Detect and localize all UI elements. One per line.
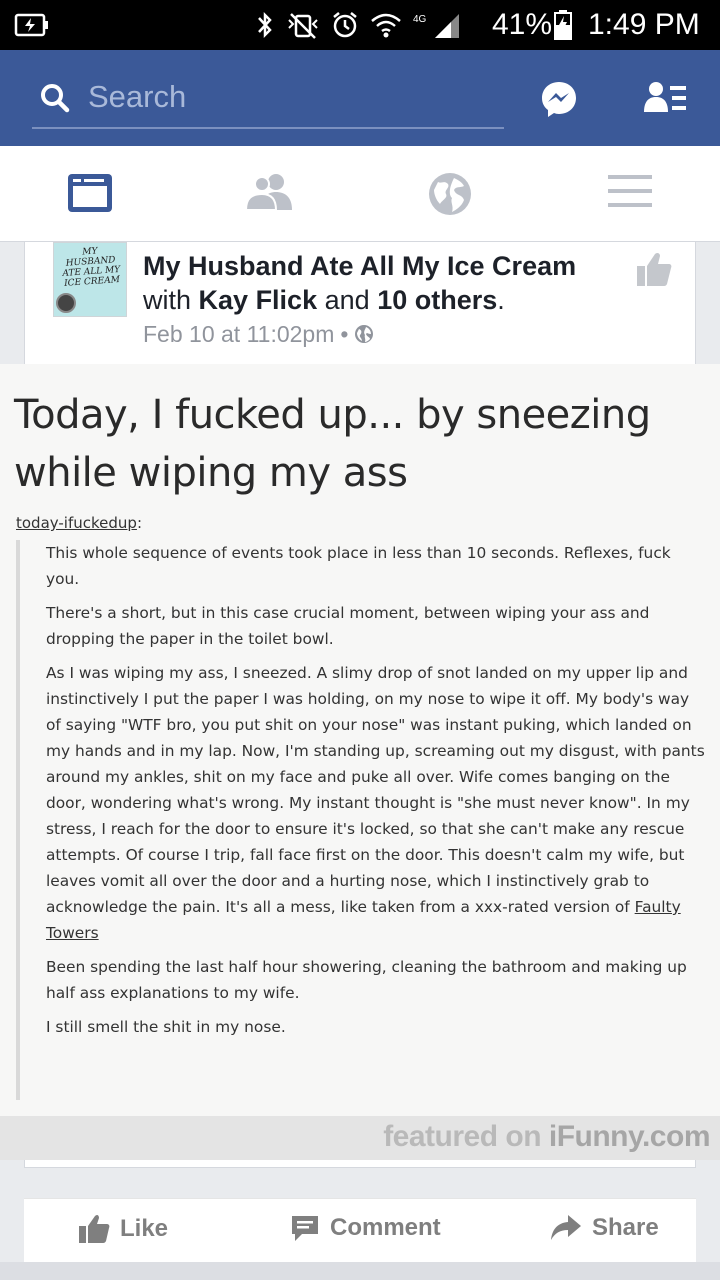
svg-text:4G: 4G [413, 14, 427, 25]
image-source-suffix: : [136, 514, 142, 532]
watermark-prefix: featured on [383, 1120, 549, 1153]
page-avatar[interactable]: MY HUSBAND ATE ALL MY ICE CREAM [53, 242, 127, 317]
tab-friends[interactable] [244, 172, 294, 217]
and-text: and [324, 285, 370, 315]
post-with-line: with Kay Flick and 10 others. [143, 284, 505, 316]
comment-label: Comment [330, 1214, 441, 1241]
battery-saver-icon [14, 12, 50, 43]
image-paragraph-1: This whole sequence of events took place… [46, 544, 671, 588]
watermark: featured on iFunny.com [0, 1116, 720, 1160]
comment-button[interactable]: Comment [290, 1213, 441, 1243]
separator: • [340, 321, 349, 347]
with-prefix: with [143, 285, 192, 315]
nav-tabs [0, 146, 720, 242]
feed-background [0, 1262, 720, 1280]
image-paragraph-5: I still smell the shit in my nose. [46, 1018, 286, 1036]
status-icons: 4G [255, 8, 463, 42]
image-paragraph-3: As I was wiping my ass, I sneezed. A sli… [46, 660, 706, 946]
bluetooth-icon [258, 11, 272, 39]
top-bar: Search [0, 50, 720, 146]
search-icon[interactable] [40, 83, 70, 118]
watermark-text: featured on iFunny.com [383, 1120, 710, 1154]
battery-icon [553, 10, 575, 45]
like-icon [79, 1214, 110, 1243]
share-icon [551, 1215, 581, 1240]
comment-icon [292, 1216, 318, 1241]
vibrate-icon [288, 13, 318, 39]
image-quote: This whole sequence of events took place… [16, 540, 706, 1100]
tab-notifications[interactable] [428, 172, 472, 221]
page-avatar-text: MY HUSBAND ATE ALL MY ICE CREAM [62, 246, 121, 289]
search-underline [32, 127, 504, 129]
search-input[interactable]: Search [88, 79, 186, 115]
clock: 1:49 PM [588, 8, 700, 41]
post-timestamp[interactable]: Feb 10 at 11:02pm [143, 320, 334, 348]
period: . [497, 285, 505, 315]
tagged-person-link[interactable]: Kay Flick [199, 285, 318, 315]
share-label: Share [592, 1214, 659, 1241]
post-actions: Like Comment Share [24, 1198, 696, 1262]
battery-percent: 41% [492, 8, 553, 41]
public-globe-icon [355, 325, 374, 343]
tab-news-feed[interactable] [66, 172, 114, 219]
avatar-portrait [56, 293, 76, 313]
image-paragraph-2: There's a short, but in this case crucia… [46, 604, 650, 648]
signal-icon: 4G [413, 14, 459, 38]
alarm-icon [333, 12, 357, 38]
image-headline: Today, I fucked up... by sneezing while … [14, 392, 651, 496]
status-bar: 4G 41% 1:49 PM [0, 0, 720, 50]
friend-requests-icon[interactable] [644, 80, 688, 121]
image-paragraph-3-text: As I was wiping my ass, I sneezed. A sli… [46, 664, 705, 916]
image-paragraph-4: Been spending the last half hour showeri… [46, 958, 687, 1002]
wifi-icon [371, 13, 401, 38]
messenger-icon[interactable] [540, 80, 578, 123]
post-image[interactable]: Today, I fucked up... by sneezing while … [0, 364, 720, 1160]
image-source: today-ifuckedup: [16, 514, 142, 532]
like-button[interactable]: Like [78, 1213, 168, 1245]
page-name[interactable]: My Husband Ate All My Ice Cream [143, 250, 576, 282]
post-timestamp-row: Feb 10 at 11:02pm • [143, 320, 374, 348]
watermark-brand: iFunny.com [548, 1120, 711, 1153]
image-source-user: today-ifuckedup [16, 514, 137, 532]
thumbs-up-icon[interactable] [635, 250, 673, 293]
share-button[interactable]: Share [550, 1213, 659, 1243]
tagged-others-link[interactable]: 10 others [377, 285, 497, 315]
tab-menu[interactable] [608, 172, 652, 215]
like-label: Like [120, 1215, 169, 1242]
